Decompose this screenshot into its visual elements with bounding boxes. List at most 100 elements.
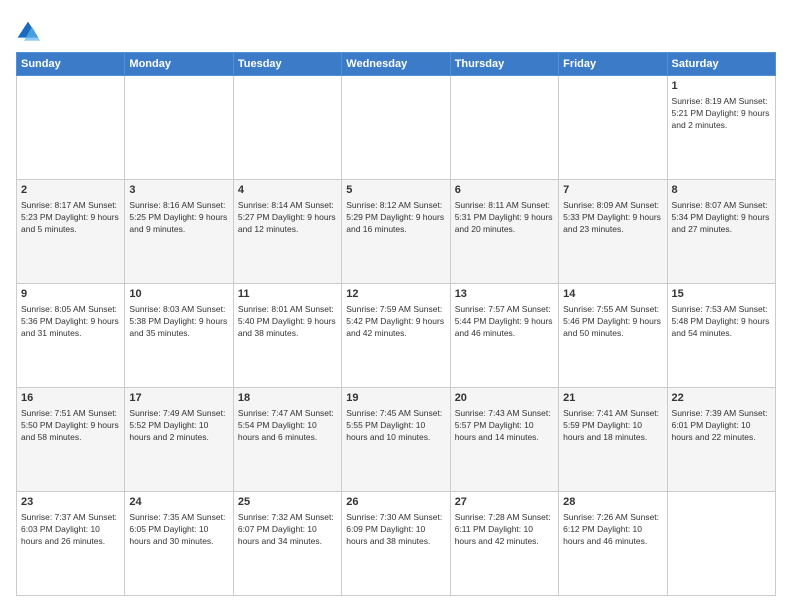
day-number: 11 (238, 287, 337, 302)
day-info: Sunrise: 8:01 AM Sunset: 5:40 PM Dayligh… (238, 304, 337, 340)
day-info: Sunrise: 8:07 AM Sunset: 5:34 PM Dayligh… (672, 200, 771, 236)
day-number: 17 (129, 391, 228, 406)
day-number: 27 (455, 495, 554, 510)
calendar-week-2: 2 Sunrise: 8:17 AM Sunset: 5:23 PM Daylig… (17, 180, 776, 284)
day-number: 25 (238, 495, 337, 510)
calendar-header-saturday: Saturday (667, 53, 775, 76)
calendar-cell: 25 Sunrise: 7:32 AM Sunset: 6:07 PM Dayli… (233, 492, 341, 596)
calendar-cell: 17 Sunrise: 7:49 AM Sunset: 5:52 PM Dayli… (125, 388, 233, 492)
calendar-header-sunday: Sunday (17, 53, 125, 76)
day-info: Sunrise: 7:41 AM Sunset: 5:59 PM Dayligh… (563, 408, 662, 444)
calendar-cell: 18 Sunrise: 7:47 AM Sunset: 5:54 PM Dayli… (233, 388, 341, 492)
calendar-cell: 1Sunrise: 8:19 AM Sunset: 5:21 PM Daylig… (667, 76, 775, 180)
calendar-week-3: 9 Sunrise: 8:05 AM Sunset: 5:36 PM Daylig… (17, 284, 776, 388)
day-number: 14 (563, 287, 662, 302)
calendar-cell: 27 Sunrise: 7:28 AM Sunset: 6:11 PM Dayli… (450, 492, 558, 596)
day-number: 15 (672, 287, 771, 302)
calendar-cell: 19 Sunrise: 7:45 AM Sunset: 5:55 PM Dayli… (342, 388, 450, 492)
calendar-header-friday: Friday (559, 53, 667, 76)
day-info: Sunrise: 7:55 AM Sunset: 5:46 PM Dayligh… (563, 304, 662, 340)
day-info: Sunrise: 7:26 AM Sunset: 6:12 PM Dayligh… (563, 512, 662, 548)
day-number: 28 (563, 495, 662, 510)
calendar-cell (667, 492, 775, 596)
day-number: 7 (563, 183, 662, 198)
day-number: 12 (346, 287, 445, 302)
day-number: 22 (672, 391, 771, 406)
calendar-header-row: SundayMondayTuesdayWednesdayThursdayFrid… (17, 53, 776, 76)
calendar-cell: 28 Sunrise: 7:26 AM Sunset: 6:12 PM Dayli… (559, 492, 667, 596)
day-info: Sunrise: 7:51 AM Sunset: 5:50 PM Dayligh… (21, 408, 120, 444)
day-number: 2 (21, 183, 120, 198)
day-info: Sunrise: 7:59 AM Sunset: 5:42 PM Dayligh… (346, 304, 445, 340)
calendar-header-monday: Monday (125, 53, 233, 76)
calendar-cell: 4Sunrise: 8:14 AM Sunset: 5:27 PM Daylig… (233, 180, 341, 284)
calendar-cell (342, 76, 450, 180)
day-number: 10 (129, 287, 228, 302)
calendar-header-wednesday: Wednesday (342, 53, 450, 76)
day-info: Sunrise: 8:19 AM Sunset: 5:21 PM Dayligh… (672, 96, 771, 132)
calendar-cell: 2 Sunrise: 8:17 AM Sunset: 5:23 PM Daylig… (17, 180, 125, 284)
calendar-cell (559, 76, 667, 180)
day-number: 26 (346, 495, 445, 510)
calendar-cell: 12 Sunrise: 7:59 AM Sunset: 5:42 PM Dayli… (342, 284, 450, 388)
day-info: Sunrise: 7:32 AM Sunset: 6:07 PM Dayligh… (238, 512, 337, 548)
calendar-header-thursday: Thursday (450, 53, 558, 76)
day-info: Sunrise: 7:43 AM Sunset: 5:57 PM Dayligh… (455, 408, 554, 444)
calendar-cell: 24 Sunrise: 7:35 AM Sunset: 6:05 PM Dayli… (125, 492, 233, 596)
calendar-cell: 14 Sunrise: 7:55 AM Sunset: 5:46 PM Dayli… (559, 284, 667, 388)
calendar-cell: 10 Sunrise: 8:03 AM Sunset: 5:38 PM Dayli… (125, 284, 233, 388)
day-info: Sunrise: 8:16 AM Sunset: 5:25 PM Dayligh… (129, 200, 228, 236)
day-info: Sunrise: 7:47 AM Sunset: 5:54 PM Dayligh… (238, 408, 337, 444)
day-info: Sunrise: 8:12 AM Sunset: 5:29 PM Dayligh… (346, 200, 445, 236)
day-number: 4 (238, 183, 337, 198)
header (16, 16, 776, 44)
calendar-cell: 8Sunrise: 8:07 AM Sunset: 5:34 PM Daylig… (667, 180, 775, 284)
calendar-cell (17, 76, 125, 180)
calendar-week-1: 1Sunrise: 8:19 AM Sunset: 5:21 PM Daylig… (17, 76, 776, 180)
day-info: Sunrise: 7:37 AM Sunset: 6:03 PM Dayligh… (21, 512, 120, 548)
logo (16, 20, 44, 44)
calendar-cell (125, 76, 233, 180)
page: SundayMondayTuesdayWednesdayThursdayFrid… (0, 0, 792, 612)
logo-icon (16, 20, 40, 44)
day-info: Sunrise: 7:39 AM Sunset: 6:01 PM Dayligh… (672, 408, 771, 444)
day-number: 16 (21, 391, 120, 406)
day-number: 21 (563, 391, 662, 406)
calendar-cell: 15 Sunrise: 7:53 AM Sunset: 5:48 PM Dayli… (667, 284, 775, 388)
day-number: 19 (346, 391, 445, 406)
calendar-week-5: 23Sunrise: 7:37 AM Sunset: 6:03 PM Dayli… (17, 492, 776, 596)
calendar-cell: 3 Sunrise: 8:16 AM Sunset: 5:25 PM Daylig… (125, 180, 233, 284)
day-number: 5 (346, 183, 445, 198)
calendar-cell: 20 Sunrise: 7:43 AM Sunset: 5:57 PM Dayli… (450, 388, 558, 492)
day-number: 24 (129, 495, 228, 510)
calendar-cell: 11 Sunrise: 8:01 AM Sunset: 5:40 PM Dayli… (233, 284, 341, 388)
day-info: Sunrise: 7:49 AM Sunset: 5:52 PM Dayligh… (129, 408, 228, 444)
calendar-cell: 16 Sunrise: 7:51 AM Sunset: 5:50 PM Dayli… (17, 388, 125, 492)
calendar-cell: 7 Sunrise: 8:09 AM Sunset: 5:33 PM Daylig… (559, 180, 667, 284)
day-info: Sunrise: 8:17 AM Sunset: 5:23 PM Dayligh… (21, 200, 120, 236)
calendar-cell: 22 Sunrise: 7:39 AM Sunset: 6:01 PM Dayli… (667, 388, 775, 492)
day-info: Sunrise: 8:03 AM Sunset: 5:38 PM Dayligh… (129, 304, 228, 340)
calendar-cell (450, 76, 558, 180)
calendar-cell: 6 Sunrise: 8:11 AM Sunset: 5:31 PM Daylig… (450, 180, 558, 284)
calendar-cell (233, 76, 341, 180)
day-info: Sunrise: 7:28 AM Sunset: 6:11 PM Dayligh… (455, 512, 554, 548)
day-info: Sunrise: 8:05 AM Sunset: 5:36 PM Dayligh… (21, 304, 120, 340)
calendar-cell: 13 Sunrise: 7:57 AM Sunset: 5:44 PM Dayli… (450, 284, 558, 388)
day-number: 6 (455, 183, 554, 198)
day-number: 3 (129, 183, 228, 198)
calendar-cell: 9 Sunrise: 8:05 AM Sunset: 5:36 PM Daylig… (17, 284, 125, 388)
day-info: Sunrise: 7:53 AM Sunset: 5:48 PM Dayligh… (672, 304, 771, 340)
day-number: 20 (455, 391, 554, 406)
day-info: Sunrise: 7:57 AM Sunset: 5:44 PM Dayligh… (455, 304, 554, 340)
day-info: Sunrise: 7:45 AM Sunset: 5:55 PM Dayligh… (346, 408, 445, 444)
day-info: Sunrise: 8:11 AM Sunset: 5:31 PM Dayligh… (455, 200, 554, 236)
calendar-table: SundayMondayTuesdayWednesdayThursdayFrid… (16, 52, 776, 596)
calendar-header-tuesday: Tuesday (233, 53, 341, 76)
day-info: Sunrise: 8:09 AM Sunset: 5:33 PM Dayligh… (563, 200, 662, 236)
day-number: 18 (238, 391, 337, 406)
day-info: Sunrise: 7:35 AM Sunset: 6:05 PM Dayligh… (129, 512, 228, 548)
calendar-cell: 21 Sunrise: 7:41 AM Sunset: 5:59 PM Dayli… (559, 388, 667, 492)
day-number: 13 (455, 287, 554, 302)
day-number: 9 (21, 287, 120, 302)
